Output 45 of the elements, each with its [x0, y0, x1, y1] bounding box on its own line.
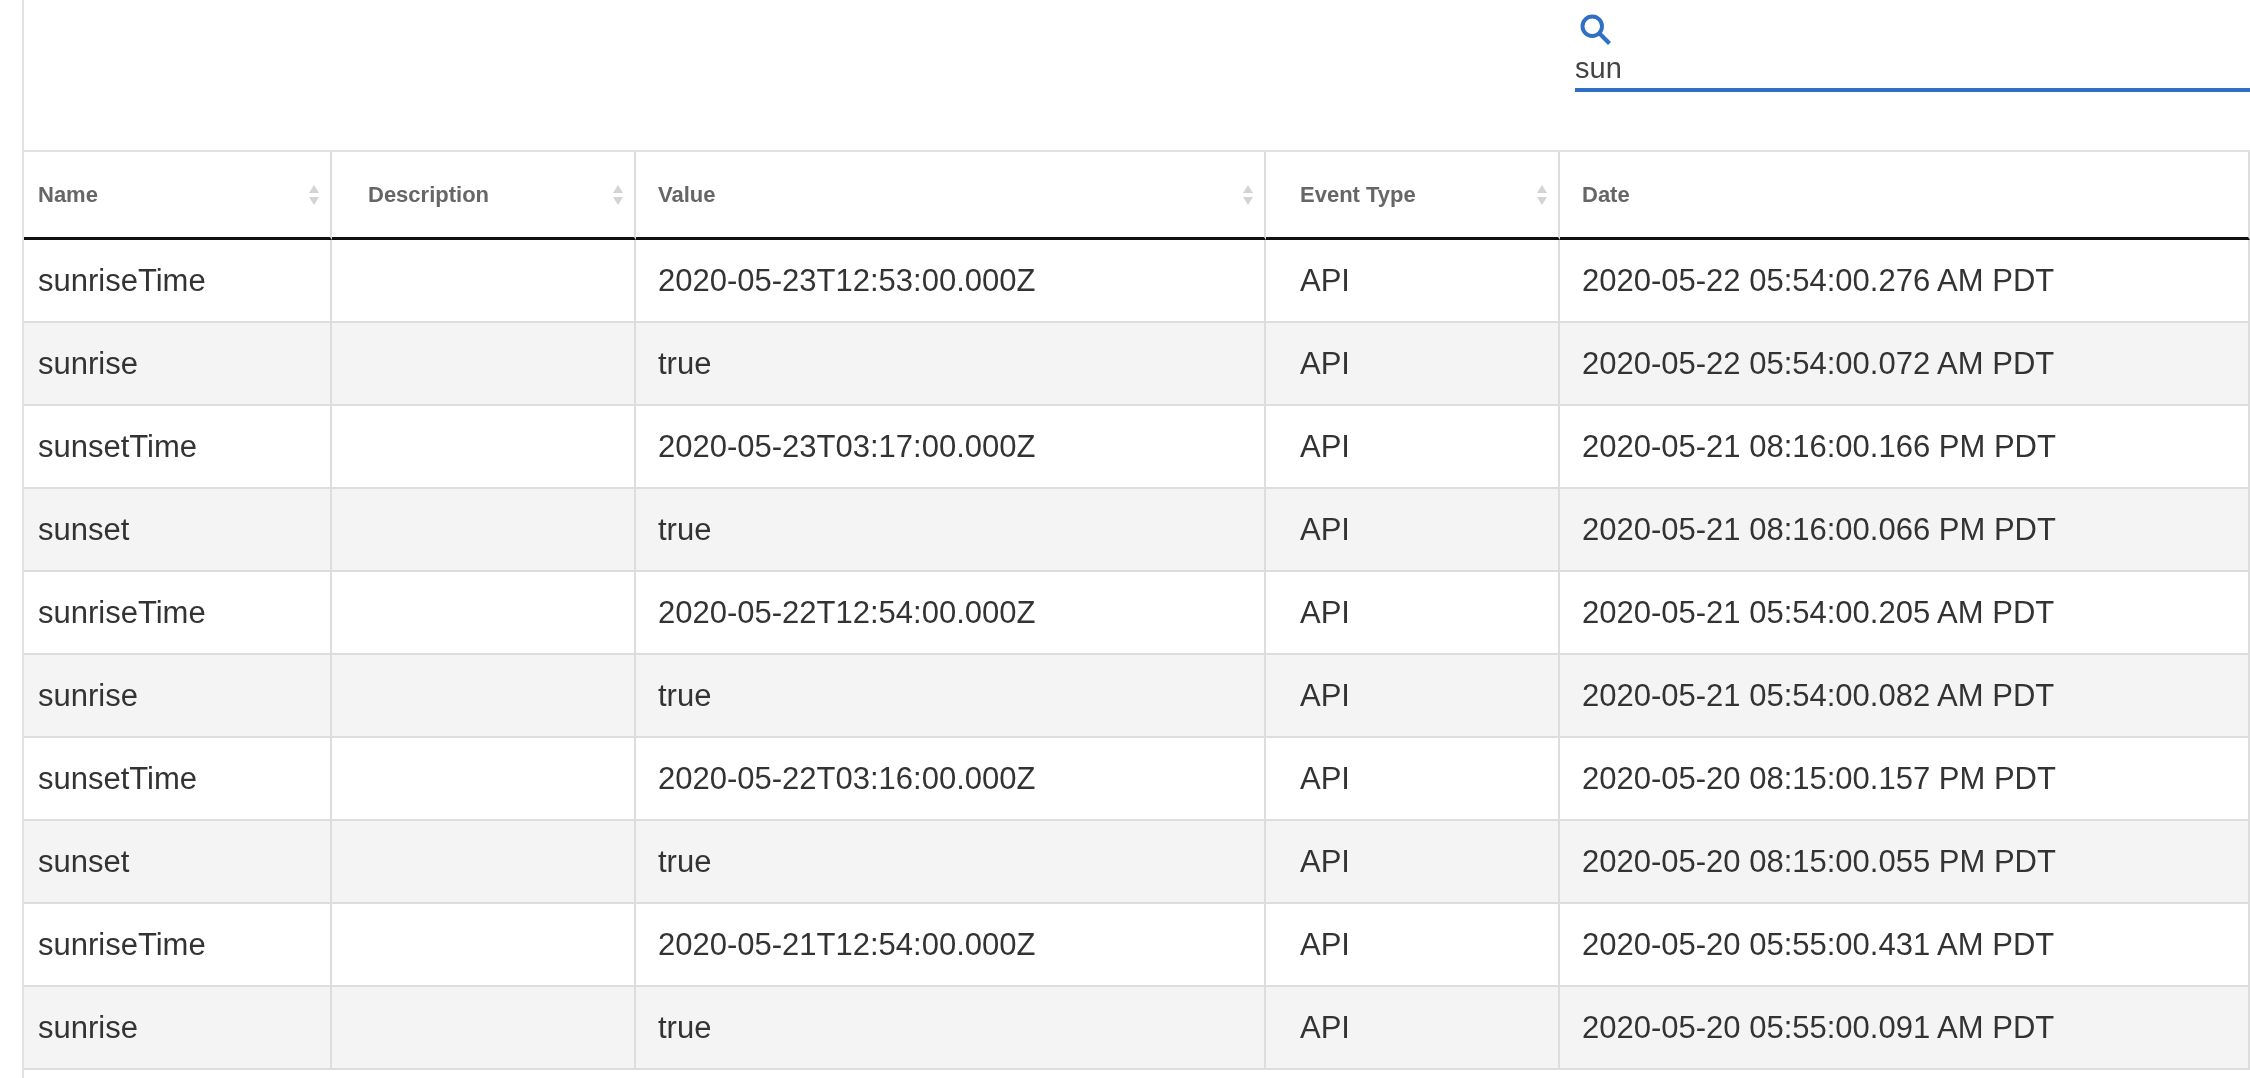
table-cell: true [636, 655, 1266, 738]
table-cell: 2020-05-20 05:55:00.091 AM PDT [1560, 987, 2250, 1070]
table-cell: 2020-05-22T03:16:00.000Z [636, 738, 1266, 821]
table-cell: API [1266, 240, 1560, 323]
table-cell: 2020-05-22 05:54:00.072 AM PDT [1560, 323, 2250, 406]
table-cell: true [636, 323, 1266, 406]
table-cell: API [1266, 904, 1560, 987]
table-cell: sunrise [24, 655, 332, 738]
sort-icon[interactable] [1242, 183, 1254, 206]
table-cell: sunriseTime [24, 572, 332, 655]
table-cell: API [1266, 406, 1560, 489]
table-cell: true [636, 987, 1266, 1070]
table-cell: 2020-05-21 08:16:00.066 PM PDT [1560, 489, 2250, 572]
table-cell: sunset [24, 821, 332, 904]
table-cell: sunsetTime [24, 406, 332, 489]
table-cell: sunriseTime [24, 240, 332, 323]
table-cell: API [1266, 821, 1560, 904]
sort-icon[interactable] [612, 183, 624, 206]
table-cell: 2020-05-21 05:54:00.082 AM PDT [1560, 655, 2250, 738]
table-cell: sunrise [24, 987, 332, 1070]
table-cell: true [636, 821, 1266, 904]
sort-icon[interactable] [1536, 183, 1548, 206]
table-cell: 2020-05-23T12:53:00.000Z [636, 240, 1266, 323]
table-cell: 2020-05-20 08:15:00.157 PM PDT [1560, 738, 2250, 821]
table-cell: 2020-05-21T12:54:00.000Z [636, 904, 1266, 987]
table-cell: API [1266, 572, 1560, 655]
table-cell: sunset [24, 489, 332, 572]
sort-icon[interactable] [308, 183, 320, 206]
table-cell: 2020-05-21 05:54:00.205 AM PDT [1560, 572, 2250, 655]
table-cell: API [1266, 655, 1560, 738]
table-cell: 2020-05-22T12:54:00.000Z [636, 572, 1266, 655]
table-cell: 2020-05-20 05:55:00.431 AM PDT [1560, 904, 2250, 987]
table-cell: API [1266, 987, 1560, 1070]
table-cell: API [1266, 738, 1560, 821]
table-cell: 2020-05-21 08:16:00.166 PM PDT [1560, 406, 2250, 489]
table-cell: true [636, 489, 1266, 572]
table-cell: API [1266, 489, 1560, 572]
table-cell: 2020-05-20 08:15:00.055 PM PDT [1560, 821, 2250, 904]
table-cell: API [1266, 323, 1560, 406]
table-cell: sunsetTime [24, 738, 332, 821]
search-field[interactable]: sun [1575, 48, 2250, 92]
table-cell: sunriseTime [24, 904, 332, 987]
table-cell: sunrise [24, 323, 332, 406]
table-cell: 2020-05-22 05:54:00.276 AM PDT [1560, 240, 2250, 323]
table-cell: 2020-05-23T03:17:00.000Z [636, 406, 1266, 489]
